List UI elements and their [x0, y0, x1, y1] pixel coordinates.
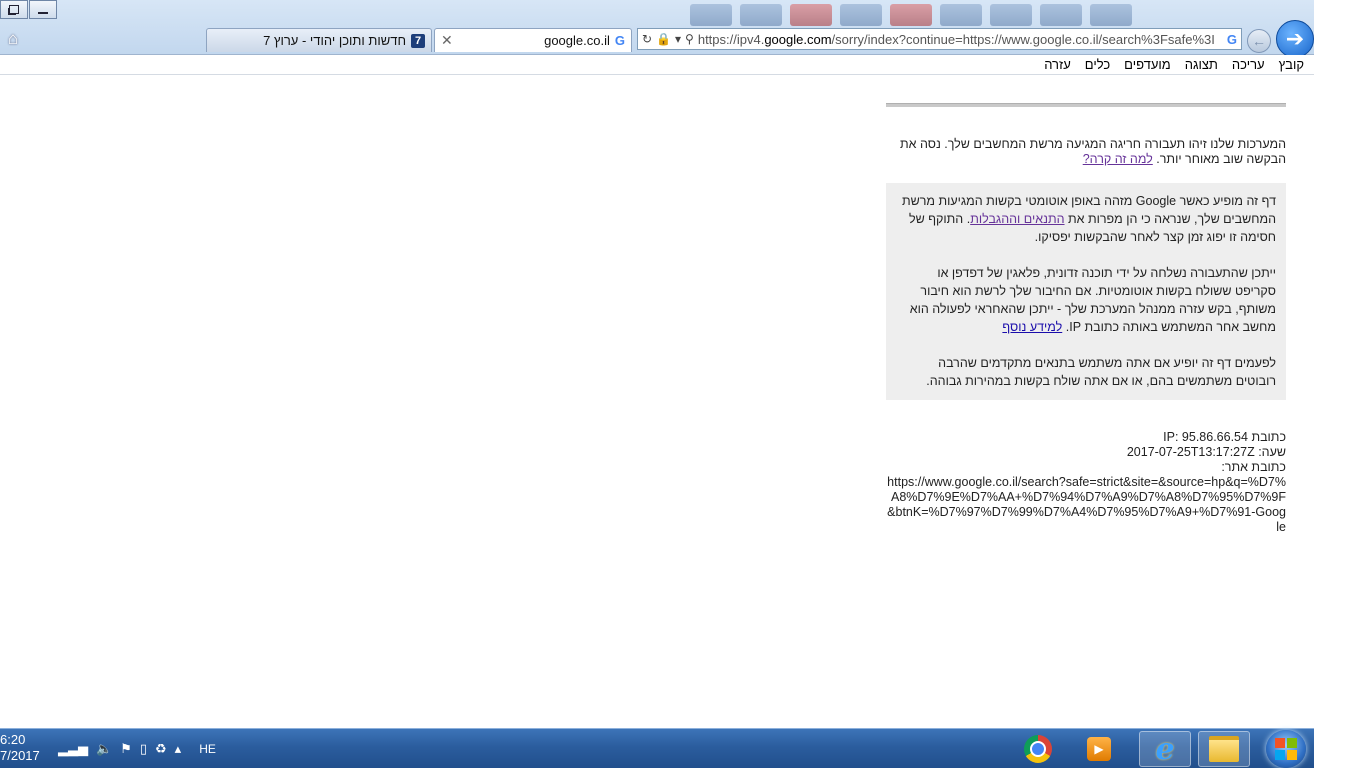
box-paragraph-3: לפעמים דף זה יופיע אם אתה משתמש בתנאים מ…	[926, 356, 1276, 388]
ip-line: כתובת IP: 95.86.66.54	[1163, 430, 1286, 444]
restore-icon	[9, 5, 19, 14]
terms-link[interactable]: התנאים וההגבלות	[970, 212, 1064, 226]
back-button[interactable]: ←	[1247, 29, 1271, 53]
dropdown-icon[interactable]: ▾	[675, 32, 681, 46]
sync-icon[interactable]: ♻	[155, 741, 167, 757]
browser-toolbar: ⌂ 7 חדשות ותוכן יהודי - ערוץ 7 G google.…	[0, 0, 1314, 58]
menu-view[interactable]: תצוגה	[1185, 57, 1218, 72]
address-controls: ↻ 🔒 ▾ ⚲	[638, 32, 698, 46]
system-tray: ▂▃▅ 🔈 ⚑ ▯ ♻ ▴ HE	[58, 741, 216, 757]
tab-google[interactable]: G google.co.il ✕	[434, 28, 632, 52]
menu-file[interactable]: קובץ	[1279, 57, 1304, 72]
tab-label: google.co.il	[544, 33, 610, 48]
language-indicator[interactable]: HE	[199, 742, 216, 756]
url-value: https://www.google.co.il/search?safe=str…	[887, 475, 1286, 534]
home-icon: ⌂	[7, 29, 19, 48]
action-center-icon[interactable]: ⚑	[120, 741, 132, 757]
box-paragraph-1: דף זה מופיע כאשר Google מזהה באופן אוטומ…	[901, 194, 1276, 244]
divider	[886, 103, 1286, 107]
volume-icon[interactable]: 🔈	[96, 741, 112, 757]
taskbar-media-player[interactable]: ▶	[1073, 731, 1125, 767]
url-line: כתובת אתר:	[1221, 460, 1286, 474]
why-link[interactable]: למה זה קרה?	[1083, 152, 1153, 166]
minimize-window-button[interactable]	[29, 0, 57, 19]
menu-favorites[interactable]: מועדפים	[1124, 57, 1171, 72]
arutz7-favicon: 7	[411, 33, 425, 48]
taskbar: 6:20 7/2017 ▂▃▅ 🔈 ⚑ ▯ ♻ ▴ HE ▶ e	[0, 728, 1314, 768]
background-thumbnails	[690, 4, 1210, 26]
address-bar[interactable]: ↻ 🔒 ▾ ⚲ https://ipv4.google.com/sorry/in…	[637, 28, 1242, 50]
menu-help[interactable]: עזרה	[1044, 57, 1071, 72]
window-controls	[0, 0, 58, 19]
media-player-icon: ▶	[1087, 737, 1111, 761]
request-info: כתובת IP: 95.86.66.54 שעה: 2017-07-25T13…	[886, 430, 1286, 535]
refresh-icon[interactable]: ↻	[642, 32, 652, 46]
show-hidden-icons-icon[interactable]: ▴	[175, 741, 182, 757]
menu-edit[interactable]: עריכה	[1232, 57, 1265, 72]
forward-button[interactable]: ➔	[1276, 20, 1314, 58]
home-button[interactable]: ⌂	[3, 29, 23, 49]
learn-more-link[interactable]: למידע נוסף	[1002, 320, 1062, 334]
start-button[interactable]	[1266, 730, 1306, 768]
time-line: שעה: 2017-07-25T13:17:27Z	[1126, 445, 1286, 459]
taskbar-file-explorer[interactable]	[1198, 731, 1250, 767]
search-provider-icon[interactable]: G	[1223, 32, 1241, 47]
arrow-left-icon: ←	[1252, 33, 1266, 49]
taskbar-chrome[interactable]	[1012, 731, 1064, 767]
right-margin	[1314, 0, 1366, 768]
search-icon[interactable]: ⚲	[685, 32, 694, 46]
battery-icon[interactable]: ▯	[140, 741, 147, 757]
url-text[interactable]: https://ipv4.google.com/sorry/index?cont…	[698, 32, 1223, 47]
minimize-icon	[38, 11, 48, 14]
intro-paragraph: המערכות שלנו זיהו תעבורה חריגה המגיעה מר…	[899, 137, 1286, 166]
box-paragraph-2: ייתכן שהתעבורה נשלחה על ידי תוכנה זדונית…	[909, 266, 1276, 334]
google-favicon: G	[614, 33, 625, 48]
tab-arutz7[interactable]: 7 חדשות ותוכן יהודי - ערוץ 7	[206, 28, 432, 52]
system-clock[interactable]: 6:20 7/2017	[0, 732, 40, 764]
sorry-page: המערכות שלנו זיהו תעבורה חריגה המגיעה מר…	[886, 103, 1286, 535]
windows-logo-icon	[1275, 738, 1285, 748]
network-signal-icon[interactable]: ▂▃▅	[58, 741, 88, 757]
lock-icon[interactable]: 🔒	[656, 32, 671, 46]
menu-bar: קובץ עריכה תצוגה מועדפים כלים עזרה	[0, 55, 1314, 75]
internet-explorer-icon: e	[1155, 731, 1175, 767]
menu-tools[interactable]: כלים	[1085, 57, 1110, 72]
chrome-icon	[1024, 735, 1052, 763]
tab-label: חדשות ותוכן יהודי - ערוץ 7	[263, 33, 406, 48]
close-tab-icon[interactable]: ✕	[441, 32, 453, 49]
taskbar-internet-explorer[interactable]: e	[1139, 731, 1191, 767]
arrow-right-icon: ➔	[1285, 26, 1305, 51]
restore-window-button[interactable]	[0, 0, 28, 19]
info-box: דף זה מופיע כאשר Google מזהה באופן אוטומ…	[886, 183, 1286, 400]
file-explorer-icon	[1209, 736, 1239, 762]
